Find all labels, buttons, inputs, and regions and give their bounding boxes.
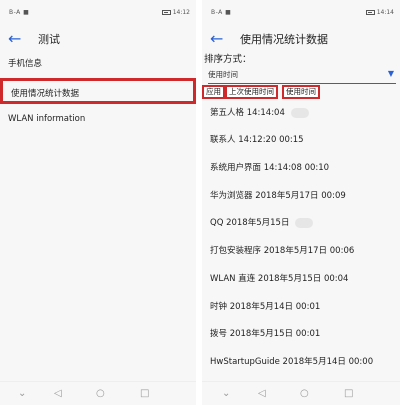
sort-dropdown-value: 使用时间 — [208, 70, 238, 79]
usage-row-text: 联系人 14:12:20 00:15 — [210, 135, 304, 145]
menu-item-wlan-info[interactable]: WLAN information — [0, 106, 196, 132]
usage-row: 系统用户界面 14:14:08 00:10 — [210, 161, 329, 181]
chevron-down-icon[interactable]: ⌄ — [18, 388, 26, 399]
redacted-mark — [295, 217, 314, 228]
home-circle-icon[interactable]: ○ — [96, 388, 105, 399]
usage-row-text: WLAN 直连 2018年5月15日 00:04 — [210, 274, 349, 284]
home-circle-icon[interactable]: ○ — [300, 388, 309, 399]
usage-row: QQ 2018年5月15日 — [210, 216, 314, 236]
usage-row: WLAN 直连 2018年5月15日 00:04 — [210, 272, 348, 292]
menu-item-phone-info[interactable]: 手机信息 — [0, 51, 196, 77]
usage-row-text: 打包安装程序 2018年5月17日 00:06 — [210, 246, 355, 256]
menu-item-label: 手机信息 — [8, 59, 43, 69]
sort-by-usage-time-button[interactable]: 使用时间 — [282, 85, 320, 99]
right-screen: B-A ■ 14:14 ← 使用情况统计数据 排序方式： 使用时间 ▼ 应用 上… — [202, 0, 400, 405]
usage-row-text: 拨号 2018年5月15日 00:01 — [210, 329, 321, 339]
status-time: 14:12 — [172, 9, 190, 16]
sort-dropdown[interactable]: 使用时间 ▼ — [208, 66, 396, 84]
navigation-bar: ⌄ ◁ ○ □ — [0, 381, 196, 405]
status-bar: B-A ■ 14:14 — [202, 0, 400, 24]
status-right: 14:12 — [161, 9, 190, 16]
battery-icon — [365, 10, 375, 15]
usage-row-text: 时钟 2018年5月14日 00:01 — [210, 302, 321, 312]
back-arrow-icon[interactable]: ← — [210, 29, 223, 48]
usage-row: HwStartupGuide 2018年5月14日 00:00 — [210, 355, 373, 375]
usage-row: 华为浏览器 2018年5月17日 00:09 — [210, 189, 346, 209]
navigation-bar: ⌄ ◁ ○ □ — [202, 381, 400, 405]
status-bar: B-A ■ 14:12 — [0, 0, 196, 24]
sort-label: 排序方式： — [204, 54, 252, 65]
usage-row: 第五人格 14:14:04 — [210, 106, 309, 126]
usage-row-text: HwStartupGuide 2018年5月14日 00:00 — [210, 357, 374, 367]
status-right: 14:14 — [365, 9, 394, 16]
usage-row-text: 第五人格 14:14:04 — [210, 108, 285, 118]
status-time: 14:14 — [376, 9, 394, 16]
page-title: 测试 — [38, 33, 60, 46]
triangle-down-icon: ▼ — [387, 69, 394, 78]
battery-icon — [161, 10, 171, 15]
back-triangle-icon[interactable]: ◁ — [54, 388, 62, 399]
usage-row: 时钟 2018年5月14日 00:01 — [210, 300, 320, 320]
page-title: 使用情况统计数据 — [240, 33, 328, 46]
usage-row: 打包安装程序 2018年5月17日 00:06 — [210, 244, 354, 264]
status-icons: B-A ■ — [211, 9, 232, 16]
usage-row: 拨号 2018年5月15日 00:01 — [210, 327, 320, 347]
status-icons: B-A ■ — [9, 9, 30, 16]
sort-by-app-button[interactable]: 应用 — [202, 85, 225, 99]
usage-row-text: 华为浏览器 2018年5月17日 00:09 — [210, 191, 346, 201]
recents-square-icon[interactable]: □ — [344, 388, 353, 399]
usage-row: 联系人 14:12:20 00:15 — [210, 133, 304, 153]
back-triangle-icon[interactable]: ◁ — [258, 388, 266, 399]
chevron-down-icon[interactable]: ⌄ — [222, 388, 230, 399]
redacted-mark — [290, 107, 309, 118]
usage-row-text: QQ 2018年5月15日 — [210, 218, 290, 228]
usage-row-text: 系统用户界面 14:14:08 00:10 — [210, 163, 330, 173]
recents-square-icon[interactable]: □ — [140, 388, 149, 399]
menu-item-usage-stats[interactable]: 使用情况统计数据 — [0, 78, 196, 104]
dropdown-underline — [208, 83, 396, 84]
menu-item-label: WLAN information — [8, 114, 86, 124]
left-screen: B-A ■ 14:12 ← 测试 手机信息 使用情况统计数据 WLAN info… — [0, 0, 196, 405]
back-arrow-icon[interactable]: ← — [8, 29, 21, 48]
sort-by-last-used-button[interactable]: 上次使用时间 — [225, 85, 278, 99]
menu-item-label: 使用情况统计数据 — [11, 89, 80, 99]
